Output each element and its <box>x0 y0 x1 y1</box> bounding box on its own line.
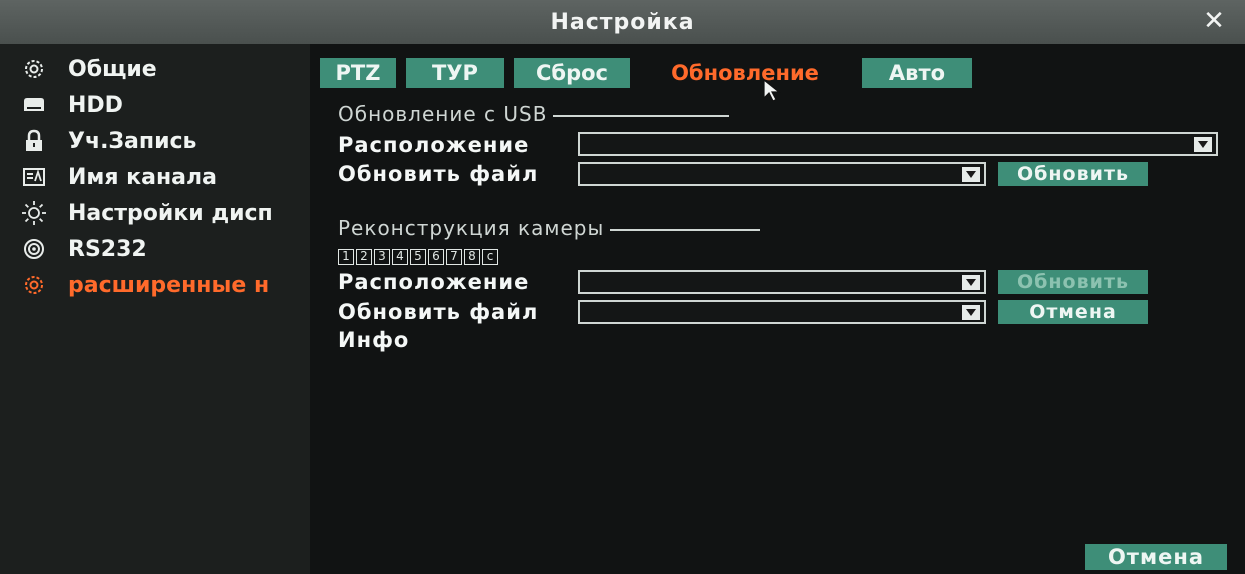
sidebar-item-rs232[interactable]: RS232 <box>0 230 310 268</box>
camera-location-label: Расположение <box>338 270 530 294</box>
sidebar-item-label: Настройки дисп <box>68 200 273 226</box>
channel-checkbox-8[interactable]: 8 <box>464 249 480 265</box>
camera-section-title: Реконструкция камеры <box>338 216 761 240</box>
sidebar-item-display[interactable]: Настройки дисп <box>0 194 310 232</box>
channel-checkbox-7[interactable]: 7 <box>446 249 462 265</box>
brightness-icon <box>20 199 48 227</box>
sidebar-item-label: расширенные н <box>68 272 270 298</box>
sidebar-item-advanced[interactable]: расширенные н <box>0 266 310 304</box>
section-divider <box>610 228 761 231</box>
sidebar-item-channel-name[interactable]: Имя канала <box>0 158 310 196</box>
usb-section-title-text: Обновление с USB <box>338 102 548 126</box>
usb-location-select[interactable] <box>578 132 1218 156</box>
channel-checkbox-2[interactable]: 2 <box>356 249 372 265</box>
sidebar-item-label: HDD <box>68 92 123 118</box>
channel-checkbox-3[interactable]: 3 <box>374 249 390 265</box>
camera-file-select[interactable] <box>578 300 986 324</box>
tab-auto[interactable]: Авто <box>862 58 972 88</box>
gear-icon <box>20 55 48 83</box>
gear-icon <box>20 271 48 299</box>
usb-update-button[interactable]: Обновить <box>998 162 1148 186</box>
rs232-icon <box>20 235 48 263</box>
channel-name-icon <box>20 163 48 191</box>
channel-checkbox-5[interactable]: 5 <box>410 249 426 265</box>
sidebar: Общие HDD Уч.Запись Имя канала Настройки… <box>0 44 310 574</box>
camera-update-button[interactable]: Обновить <box>998 270 1148 294</box>
info-label: Инфо <box>338 328 410 352</box>
usb-file-select[interactable] <box>578 162 986 186</box>
sidebar-item-label: Имя канала <box>68 164 217 190</box>
usb-file-label: Обновить файл <box>338 162 539 186</box>
chevron-down-icon <box>962 305 980 320</box>
channel-checkbox-all[interactable]: c <box>482 249 498 265</box>
sidebar-item-label: RS232 <box>68 236 147 262</box>
sidebar-item-account[interactable]: Уч.Запись <box>0 122 310 160</box>
sidebar-item-hdd[interactable]: HDD <box>0 86 310 124</box>
tab-update[interactable]: Обновление <box>640 58 850 88</box>
chevron-down-icon <box>962 167 980 182</box>
section-divider <box>553 114 730 117</box>
lock-icon <box>20 127 48 155</box>
camera-file-label: Обновить файл <box>338 300 539 324</box>
camera-location-select[interactable] <box>578 270 986 294</box>
chevron-down-icon <box>1194 137 1212 152</box>
main-panel: PTZ ТУР Сброс Обновление Авто Обновление… <box>310 44 1245 574</box>
chevron-down-icon <box>962 275 980 290</box>
camera-cancel-button[interactable]: Отмена <box>998 300 1148 324</box>
tab-tour[interactable]: ТУР <box>406 58 504 88</box>
hdd-icon <box>20 91 48 119</box>
footer-cancel-button[interactable]: Отмена <box>1085 544 1227 570</box>
camera-section-title-text: Реконструкция камеры <box>338 216 605 240</box>
tab-reset[interactable]: Сброс <box>514 58 630 88</box>
title-bar: Настройка ✕ <box>0 0 1245 44</box>
sidebar-item-label: Общие <box>68 56 157 82</box>
settings-window: Настройка ✕ Общие HDD Уч.Запись Имя кана… <box>0 0 1245 574</box>
sidebar-item-label: Уч.Запись <box>68 128 197 154</box>
window-title: Настройка <box>550 9 695 35</box>
channel-checkbox-1[interactable]: 1 <box>338 249 354 265</box>
mouse-cursor-icon <box>762 78 784 108</box>
usb-section-title: Обновление с USB <box>338 102 730 126</box>
channel-checkbox-4[interactable]: 4 <box>392 249 408 265</box>
sidebar-item-general[interactable]: Общие <box>0 50 310 88</box>
usb-location-label: Расположение <box>338 133 530 157</box>
channel-checkbox-6[interactable]: 6 <box>428 249 444 265</box>
tab-ptz[interactable]: PTZ <box>320 58 396 88</box>
close-icon[interactable]: ✕ <box>1199 6 1229 36</box>
